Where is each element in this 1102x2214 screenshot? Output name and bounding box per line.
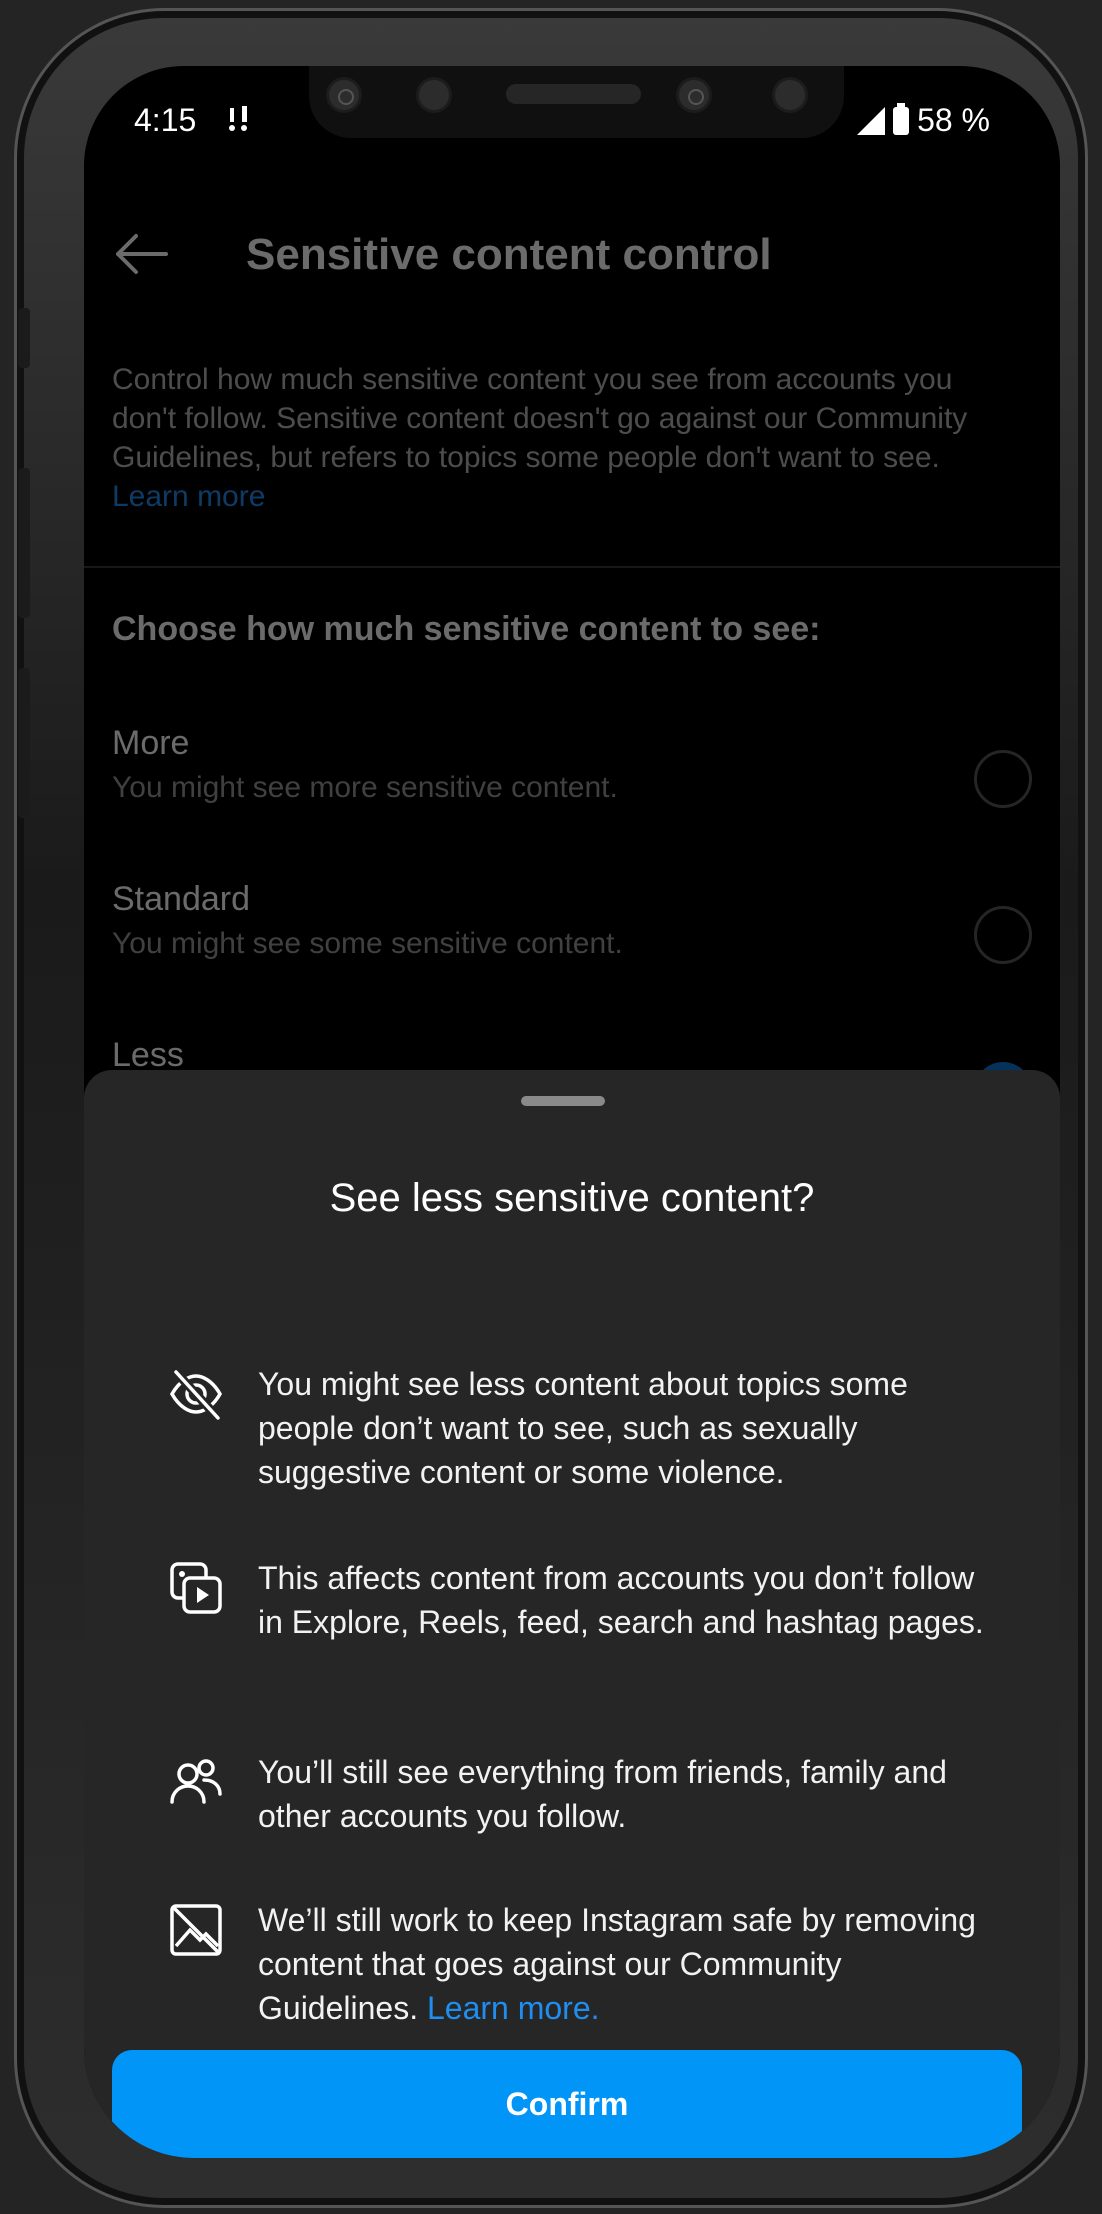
- description: Control how much sensitive content you s…: [112, 360, 972, 516]
- info-item: You might see less content about topics …: [166, 1362, 986, 1494]
- earpiece-speaker: [506, 84, 641, 104]
- learn-more-link[interactable]: Learn more.: [427, 1990, 600, 2026]
- notification-icon: [224, 102, 258, 144]
- learn-more-link[interactable]: Learn more: [112, 480, 265, 513]
- info-item: This affects content from accounts you d…: [166, 1556, 986, 1644]
- info-text-body: We’ll still work to keep Instagram safe …: [258, 1902, 976, 2026]
- radio-more[interactable]: [974, 750, 1032, 808]
- option-sub: You might see some sensitive content.: [112, 927, 623, 960]
- description-text: Control how much sensitive content you s…: [112, 363, 968, 474]
- info-text: We’ll still work to keep Instagram safe …: [258, 1898, 986, 2030]
- image-off-icon: [170, 1904, 222, 1956]
- choose-heading: Choose how much sensitive content to see…: [112, 610, 821, 648]
- info-item: We’ll still work to keep Instagram safe …: [166, 1898, 986, 2030]
- info-text: This affects content from accounts you d…: [258, 1560, 984, 1640]
- divider: [84, 566, 1060, 568]
- status-time: 4:15: [134, 102, 197, 138]
- sheet-title: See less sensitive content?: [329, 1176, 815, 1220]
- bottom-sheet: See less sensitive content? You might se…: [84, 1070, 1060, 2158]
- info-item: You’ll still see everything from friends…: [166, 1750, 986, 1838]
- info-text: You’ll still see everything from friends…: [258, 1754, 947, 1834]
- back-arrow-icon[interactable]: [112, 232, 168, 276]
- volume-up-button: [18, 468, 30, 618]
- confirm-button[interactable]: Confirm: [112, 2050, 1022, 2158]
- radio-standard[interactable]: [974, 906, 1032, 964]
- sheet-drag-handle[interactable]: [521, 1096, 605, 1106]
- media-play-icon: [170, 1562, 222, 1614]
- signal-icon: [857, 106, 886, 135]
- option-standard[interactable]: Standard You might see some sensitive co…: [112, 880, 1032, 964]
- battery-icon: [893, 102, 910, 135]
- battery-percent: 58 %: [917, 102, 990, 138]
- option-label: More: [112, 724, 190, 762]
- option-sub: You might see more sensitive content.: [112, 771, 618, 804]
- eye-off-icon: [169, 1368, 223, 1422]
- side-button: [18, 308, 30, 368]
- volume-down-button: [18, 668, 30, 818]
- header: Sensitive content control: [84, 216, 1060, 296]
- phone-frame: 4:15 58 % Sensitive content control Cont…: [14, 8, 1088, 2208]
- people-icon: [170, 1759, 222, 1804]
- screen: 4:15 58 % Sensitive content control Cont…: [84, 66, 1060, 2158]
- page-title: Sensitive content control: [246, 230, 772, 279]
- status-right: 58 %: [857, 102, 990, 139]
- option-more[interactable]: More You might see more sensitive conten…: [112, 724, 1032, 808]
- status-bar: 4:15 58 %: [84, 102, 1060, 146]
- option-label: Standard: [112, 880, 250, 918]
- info-text: You might see less content about topics …: [258, 1366, 908, 1490]
